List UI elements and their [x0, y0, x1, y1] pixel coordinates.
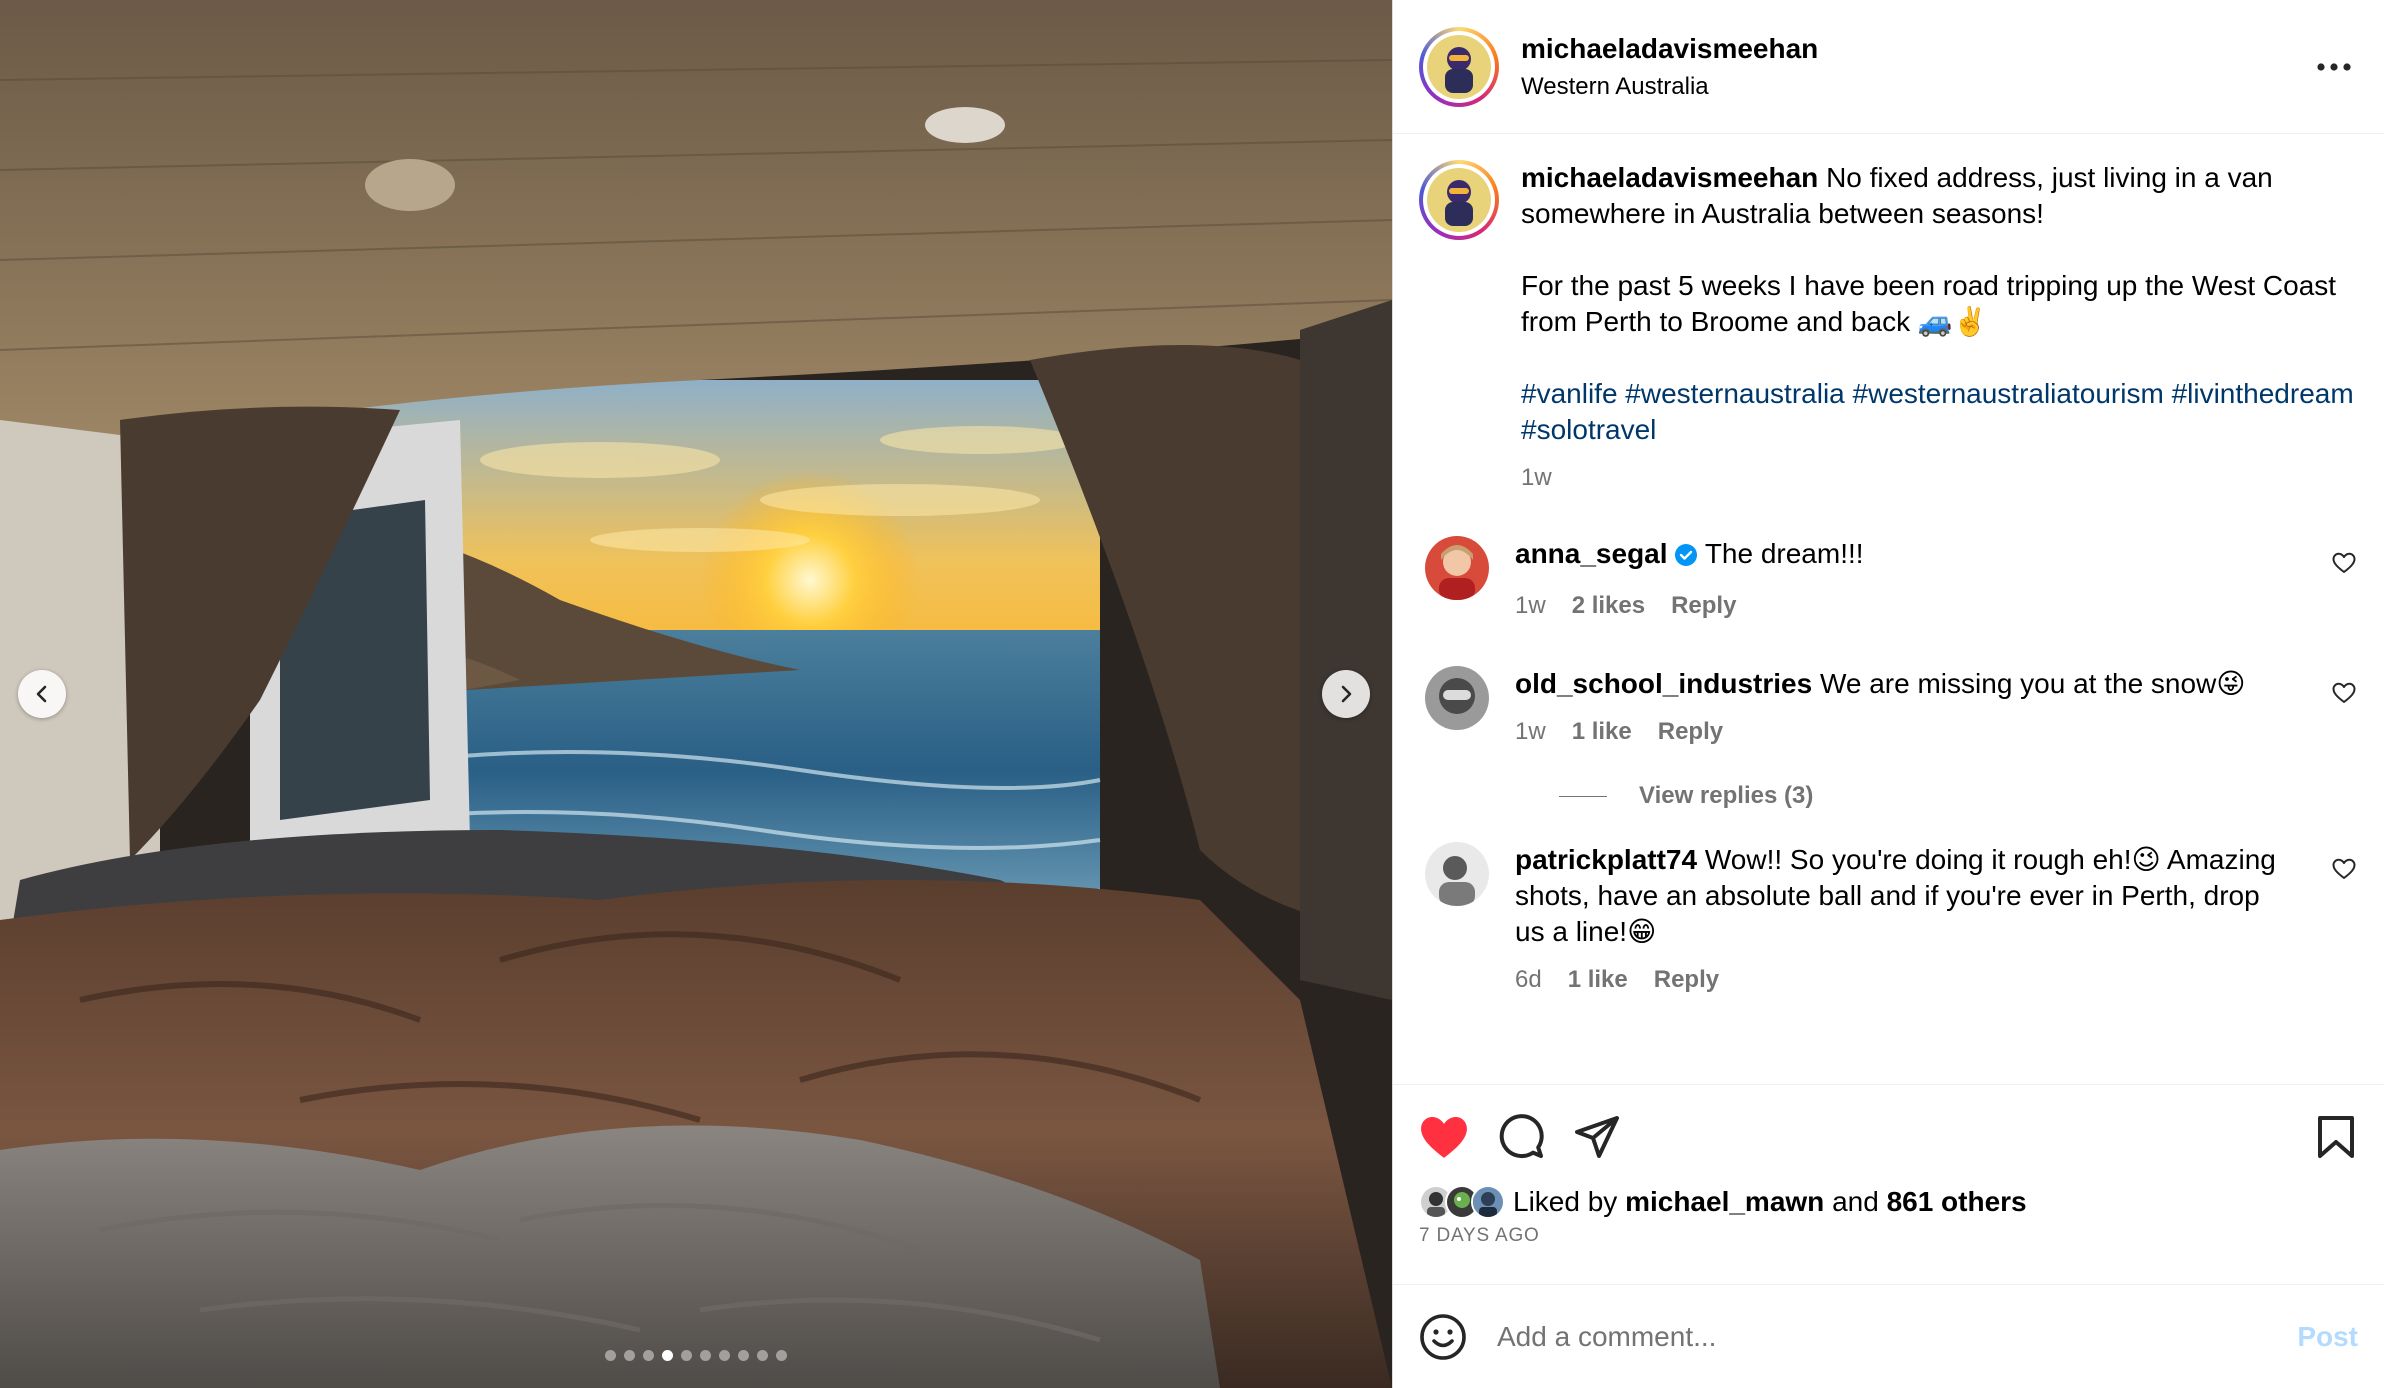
heart-filled-icon	[1421, 1117, 1467, 1158]
caption-avatar-image	[1427, 168, 1491, 232]
bookmark-icon	[2318, 1116, 2354, 1158]
commenter-username[interactable]: patrickplatt74	[1515, 844, 1697, 875]
carousel-dot	[624, 1350, 635, 1361]
share-button[interactable]	[1573, 1114, 1621, 1160]
comment-text: The dream!!!	[1704, 538, 1864, 569]
caption-timestamp[interactable]: 1w	[1521, 460, 2356, 496]
view-replies-button[interactable]: View replies (3)	[1559, 782, 2356, 810]
post-comment-button[interactable]: Post	[2297, 1321, 2358, 1353]
comment-likes-count[interactable]: 1 like	[1572, 714, 1632, 750]
heart-outline-icon	[2332, 682, 2356, 703]
commenter-avatar[interactable]	[1425, 666, 1489, 730]
post-media[interactable]	[0, 0, 1392, 1388]
liked-by-prefix: Liked by	[1513, 1186, 1618, 1217]
caption-hashtags: #vanlife #westernaustralia #westernaustr…	[1521, 376, 2356, 448]
comment-like-button[interactable]	[2332, 858, 2356, 885]
liked-by-others[interactable]: 861 others	[1887, 1186, 2027, 1218]
comment-likes-count[interactable]: 1 like	[1568, 962, 1628, 998]
post-details-panel: michaeladavismeehan Western Australia mi…	[1392, 0, 2384, 1388]
carousel-dot	[643, 1350, 654, 1361]
comment-timestamp[interactable]: 1w	[1515, 714, 1546, 750]
comment-button[interactable]	[1497, 1113, 1545, 1161]
author-avatar[interactable]	[1419, 26, 1499, 107]
comment-reply-button[interactable]: Reply	[1671, 588, 1736, 624]
comment-like-button[interactable]	[2332, 682, 2356, 709]
carousel-dot	[605, 1350, 616, 1361]
comment-likes-count[interactable]: 2 likes	[1572, 588, 1645, 624]
comment-input[interactable]	[1497, 1320, 2298, 1353]
comment-like-button[interactable]	[2332, 552, 2356, 579]
caption-username[interactable]: michaeladavismeehan	[1521, 162, 1818, 193]
commenter-avatar-image	[1425, 842, 1489, 906]
carousel-dot	[738, 1350, 749, 1361]
comment-reply-button[interactable]: Reply	[1658, 714, 1723, 750]
comment-bubble-icon	[1499, 1114, 1544, 1159]
heart-outline-icon	[2332, 552, 2356, 573]
commenter-avatar-image	[1425, 666, 1489, 730]
hashtag-link[interactable]: #westernaustraliatourism	[1853, 378, 2164, 409]
verified-badge-icon	[1674, 540, 1698, 576]
caption-author-avatar[interactable]	[1419, 160, 1499, 240]
carousel-dot	[776, 1350, 787, 1361]
comment-timestamp[interactable]: 1w	[1515, 588, 1546, 624]
instagram-post: michaeladavismeehan Western Australia mi…	[0, 0, 2384, 1388]
comment-text: We are missing you at the snow😜	[1819, 668, 2246, 699]
post-actions-section: Liked by michael_mawn and 861 others 7 D…	[1393, 1084, 2384, 1284]
carousel-indicator	[0, 1350, 1392, 1361]
post-date[interactable]: 7 DAYS AGO	[1419, 1225, 2356, 1247]
liker-avatars	[1419, 1185, 1505, 1219]
carousel-next-button[interactable]	[1322, 670, 1370, 718]
carousel-dot	[719, 1350, 730, 1361]
commenter-avatar[interactable]	[1425, 842, 1489, 906]
post-caption: michaeladavismeehan No fixed address, ju…	[1419, 160, 2356, 496]
chevron-left-icon	[36, 685, 47, 703]
caption-text-2: For the past 5 weeks I have been road tr…	[1521, 270, 2337, 337]
commenter-username[interactable]: anna_segal	[1515, 538, 1668, 569]
commenter-avatar[interactable]	[1425, 536, 1489, 600]
save-button[interactable]	[2316, 1115, 2356, 1159]
emoji-picker-button[interactable]	[1419, 1313, 1467, 1361]
more-options-button[interactable]	[2310, 43, 2358, 91]
chevron-right-icon	[1341, 685, 1352, 703]
add-comment-bar: Post	[1393, 1284, 2384, 1388]
post-photo	[0, 0, 1392, 1388]
commenter-avatar-image	[1425, 536, 1489, 600]
hashtag-link[interactable]: #livinthedream	[2172, 378, 2354, 409]
hashtag-link[interactable]: #vanlife	[1521, 378, 1618, 409]
commenter-username[interactable]: old_school_industries	[1515, 668, 1812, 699]
carousel-dot	[757, 1350, 768, 1361]
author-username[interactable]: michaeladavismeehan	[1521, 33, 2310, 65]
emoji-smile-icon	[1420, 1313, 1466, 1360]
comment-timestamp[interactable]: 6d	[1515, 962, 1542, 998]
liked-by-user[interactable]: michael_mawn	[1625, 1186, 1824, 1218]
carousel-dot	[662, 1350, 673, 1361]
paper-plane-icon	[1575, 1116, 1619, 1158]
carousel-prev-button[interactable]	[18, 670, 66, 718]
author-avatar-image	[1427, 34, 1491, 99]
more-horizontal-icon	[2317, 62, 2351, 71]
hashtag-link[interactable]: #solotravel	[1521, 414, 1656, 445]
comment-reply-button[interactable]: Reply	[1654, 962, 1719, 998]
comment-item: old_school_industries We are missing you…	[1419, 666, 2356, 750]
comment-item: patrickplatt74 Wow!! So you're doing it …	[1419, 842, 2356, 998]
post-location[interactable]: Western Australia	[1521, 73, 2310, 101]
carousel-dot	[700, 1350, 711, 1361]
action-bar	[1419, 1107, 2356, 1167]
liker-avatar	[1471, 1185, 1505, 1219]
like-button[interactable]	[1419, 1114, 1469, 1160]
carousel-dot	[681, 1350, 692, 1361]
comments-section[interactable]: michaeladavismeehan No fixed address, ju…	[1393, 134, 2384, 1084]
post-header: michaeladavismeehan Western Australia	[1393, 0, 2384, 134]
liked-by-summary[interactable]: Liked by michael_mawn and 861 others	[1419, 1185, 2356, 1219]
view-replies-label: View replies (3)	[1639, 782, 1814, 809]
heart-outline-icon	[2332, 858, 2356, 879]
comment-item: anna_segal The dream!!! 1w 2 likes Reply	[1419, 536, 2356, 624]
hashtag-link[interactable]: #westernaustralia	[1625, 378, 1844, 409]
liked-by-conjunction: and	[1832, 1186, 1879, 1217]
replies-divider-line	[1559, 795, 1607, 797]
